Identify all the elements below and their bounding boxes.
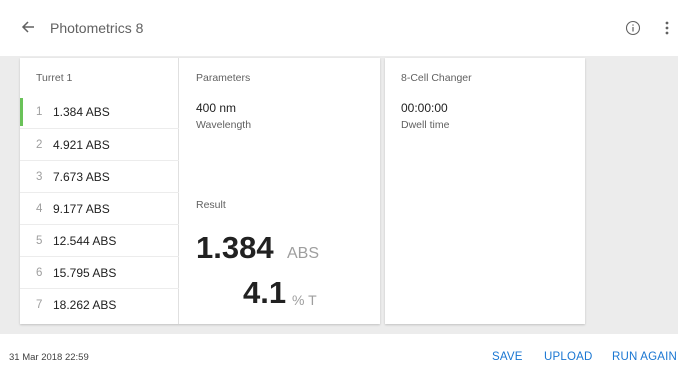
turret-item-number: 4 — [36, 202, 43, 215]
turret-item-7[interactable]: 7 18.262 ABS — [20, 288, 179, 320]
parameters-panel: Parameters 400 nm Wavelength Result 1.38… — [180, 58, 380, 324]
cell-changer-card: 8-Cell Changer 00:00:00 Dwell time — [385, 58, 585, 324]
save-button[interactable]: SAVE — [492, 351, 523, 363]
footer-bar: 31 Mar 2018 22:59 SAVE UPLOAD RUN AGAIN — [0, 334, 678, 371]
turret-item-value: 4.921 ABS — [53, 137, 110, 152]
page-title: Photometrics 8 — [50, 20, 144, 36]
turret-item-5[interactable]: 5 12.544 ABS — [20, 224, 179, 256]
turret-list: 1 1.384 ABS 2 4.921 ABS 3 7.673 ABS 4 9.… — [20, 96, 179, 320]
measurement-card: Turret 1 1 1.384 ABS 2 4.921 ABS 3 7.673… — [20, 58, 380, 324]
turret-item-number: 5 — [36, 234, 43, 247]
turret-item-4[interactable]: 4 9.177 ABS — [20, 192, 179, 224]
result-transmittance-unit: % T — [292, 292, 317, 308]
turret-item-2[interactable]: 2 4.921 ABS — [20, 128, 179, 160]
turret-item-3[interactable]: 3 7.673 ABS — [20, 160, 179, 192]
wavelength-label: Wavelength — [196, 119, 252, 131]
result-transmittance-value: 4.1 — [243, 275, 287, 310]
info-icon[interactable] — [625, 20, 641, 36]
turret-item-6[interactable]: 6 15.795 ABS — [20, 256, 179, 288]
parameters-title: Parameters — [196, 72, 251, 84]
result-abs-value: 1.384 — [196, 230, 274, 265]
turret-title: Turret 1 — [36, 72, 73, 84]
turret-item-number: 6 — [36, 266, 43, 279]
turret-item-number: 3 — [36, 170, 43, 183]
turret-item-value: 1.384 ABS — [53, 105, 110, 119]
turret-item-value: 15.795 ABS — [53, 265, 117, 280]
turret-panel: Turret 1 1 1.384 ABS 2 4.921 ABS 3 7.673… — [20, 58, 179, 324]
turret-item-value: 7.673 ABS — [53, 169, 110, 184]
turret-item-number: 1 — [36, 106, 43, 118]
wavelength-value: 400 nm — [196, 101, 237, 115]
run-again-button[interactable]: RUN AGAIN — [612, 351, 677, 363]
turret-item-value: 12.544 ABS — [53, 233, 117, 248]
turret-item-1[interactable]: 1 1.384 ABS — [20, 96, 179, 128]
upload-button[interactable]: UPLOAD — [544, 351, 593, 363]
cell-changer-title: 8-Cell Changer — [401, 72, 472, 84]
arrow-back-icon[interactable] — [17, 16, 39, 38]
timestamp: 31 Mar 2018 22:59 — [9, 352, 89, 363]
app-bar: Photometrics 8 — [0, 0, 678, 56]
result-title: Result — [196, 199, 226, 211]
dwell-time-value: 00:00:00 — [401, 101, 448, 115]
turret-item-value: 9.177 ABS — [53, 201, 110, 216]
more-vert-icon[interactable] — [660, 19, 674, 37]
result-abs-unit: ABS — [287, 245, 320, 262]
turret-item-value: 18.262 ABS — [53, 297, 117, 312]
turret-item-number: 2 — [36, 138, 43, 151]
dwell-time-label: Dwell time — [401, 119, 450, 131]
turret-item-number: 7 — [36, 298, 43, 311]
